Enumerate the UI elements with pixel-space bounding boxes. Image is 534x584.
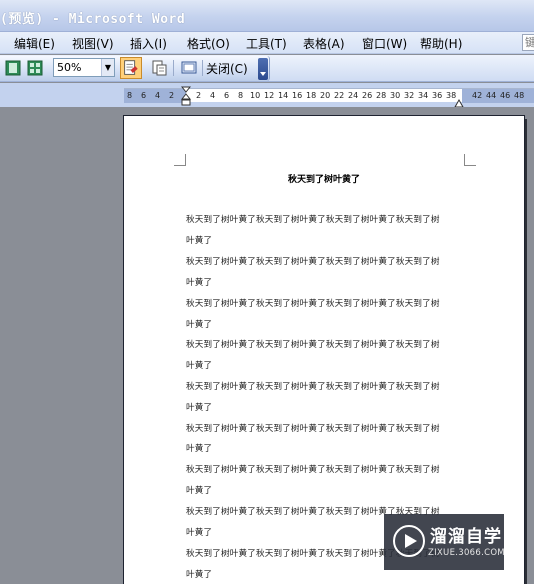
ruler-tick: 4 bbox=[155, 91, 161, 100]
horizontal-ruler[interactable]: 8 6 4 2 2 4 6 8 10 12 14 16 18 20 22 24 … bbox=[124, 86, 534, 108]
paragraph-line: 叶黄了 bbox=[186, 486, 213, 496]
margin-corner-mark bbox=[174, 154, 186, 166]
paragraph-line: 叶黄了 bbox=[186, 528, 213, 538]
ruler-tick: 34 bbox=[418, 91, 429, 100]
ruler-tick: 26 bbox=[362, 91, 373, 100]
ruler-tick: 6 bbox=[224, 91, 230, 100]
full-screen-icon[interactable] bbox=[180, 59, 198, 77]
paragraph-line: 叶黄了 bbox=[186, 403, 213, 413]
paragraph-line: 秋天到了树叶黄了秋天到了树叶黄了秋天到了树叶黄了秋天到了树 bbox=[186, 340, 440, 350]
menu-insert[interactable]: 插入(I) bbox=[130, 35, 167, 52]
ruler-tick: 46 bbox=[500, 91, 511, 100]
menu-tools[interactable]: 工具(T) bbox=[246, 35, 287, 52]
ruler-tick: 48 bbox=[514, 91, 525, 100]
shrink-to-fit-icon[interactable] bbox=[150, 59, 168, 77]
paragraph-line: 秋天到了树叶黄了秋天到了树叶黄了秋天到了树叶黄了秋天到了树 bbox=[186, 424, 440, 434]
ruler-tick: 24 bbox=[348, 91, 359, 100]
ruler-tick: 20 bbox=[320, 91, 331, 100]
paragraph-line: 秋天到了树叶黄了秋天到了树叶黄了秋天到了树叶黄了秋天到了树 bbox=[186, 465, 440, 475]
document-title: 秋天到了树叶黄了 bbox=[287, 175, 360, 185]
paragraph-line: 秋天到了树叶黄了秋天到了树叶黄了秋天到了树叶黄了秋天到了树 bbox=[186, 382, 440, 392]
margin-corner-mark bbox=[464, 154, 476, 166]
watermark-text: 溜溜自学 bbox=[430, 527, 502, 547]
ruler-tick: 28 bbox=[376, 91, 387, 100]
ruler-tick: 12 bbox=[264, 91, 275, 100]
ruler-tick: 6 bbox=[141, 91, 147, 100]
ruler-tick: 4 bbox=[210, 91, 216, 100]
paragraph-line: 叶黄了 bbox=[186, 570, 213, 580]
watermark-url: ZIXUE.3066.COM bbox=[428, 548, 505, 558]
chevron-down-icon[interactable]: ▼ bbox=[101, 59, 114, 76]
zoom-select[interactable]: 50% ▼ bbox=[53, 58, 115, 77]
menu-bar: 编辑(E) 视图(V) 插入(I) 格式(O) 工具(T) 表格(A) 窗口(W… bbox=[0, 32, 534, 54]
close-preview-button[interactable]: 关闭(C) bbox=[206, 60, 248, 77]
title-bar: (预览) - Microsoft Word bbox=[0, 0, 534, 32]
ruler-tick: 30 bbox=[390, 91, 401, 100]
menu-help[interactable]: 帮助(H) bbox=[420, 35, 462, 52]
ruler-tick: 32 bbox=[404, 91, 415, 100]
menu-view[interactable]: 视图(V) bbox=[72, 35, 114, 52]
toolbar-options-button[interactable] bbox=[258, 58, 268, 80]
paragraph-line: 叶黄了 bbox=[186, 444, 213, 454]
window-title: (预览) - Microsoft Word bbox=[0, 12, 186, 27]
paragraph-line: 叶黄了 bbox=[186, 320, 213, 330]
menu-edit[interactable]: 编辑(E) bbox=[14, 35, 55, 52]
view-ruler-button[interactable] bbox=[120, 57, 142, 79]
ruler-tick: 8 bbox=[238, 91, 244, 100]
menu-table[interactable]: 表格(A) bbox=[303, 35, 345, 52]
ruler-tick: 2 bbox=[196, 91, 202, 100]
ruler-tick: 14 bbox=[278, 91, 289, 100]
ruler-tick: 2 bbox=[169, 91, 175, 100]
one-page-icon[interactable] bbox=[4, 59, 22, 77]
menu-window[interactable]: 窗口(W) bbox=[362, 35, 407, 52]
play-logo-icon bbox=[392, 524, 426, 558]
ruler-area: 8 6 4 2 2 4 6 8 10 12 14 16 18 20 22 24 … bbox=[0, 83, 534, 108]
ruler-tick: 44 bbox=[486, 91, 497, 100]
right-indent-marker[interactable] bbox=[454, 94, 464, 108]
zoom-value: 50% bbox=[57, 61, 82, 74]
paragraph-line: 叶黄了 bbox=[186, 361, 213, 371]
ruler-tick: 16 bbox=[292, 91, 303, 100]
ruler-tick: 36 bbox=[432, 91, 443, 100]
menu-format[interactable]: 格式(O) bbox=[187, 35, 230, 52]
paragraph-line: 叶黄了 bbox=[186, 236, 213, 246]
paragraph-line: 叶黄了 bbox=[186, 278, 213, 288]
multiple-pages-icon[interactable] bbox=[26, 59, 44, 77]
paragraph-line: 秋天到了树叶黄了秋天到了树叶黄了秋天到了树叶黄了秋天到了树 bbox=[186, 257, 440, 267]
toolbar-separator bbox=[202, 60, 203, 76]
left-indent-marker[interactable] bbox=[180, 86, 192, 106]
ask-question-box[interactable]: 键 bbox=[522, 34, 534, 51]
paragraph-line: 秋天到了树叶黄了秋天到了树叶黄了秋天到了树叶黄了秋天到了树 bbox=[186, 299, 440, 309]
site-watermark: 溜溜自学 ZIXUE.3066.COM bbox=[384, 514, 505, 570]
paragraph-line: 秋天到了树叶黄了秋天到了树叶黄了秋天到了树叶黄了秋天到了树 bbox=[186, 215, 440, 225]
toolbar-separator bbox=[173, 60, 174, 76]
ruler-tick: 22 bbox=[334, 91, 345, 100]
print-preview-toolbar: 50% ▼ 关闭(C) bbox=[0, 55, 534, 82]
ruler-tick: 8 bbox=[127, 91, 133, 100]
ruler-tick: 18 bbox=[306, 91, 317, 100]
ruler-tick: 42 bbox=[472, 91, 483, 100]
ruler-tick: 10 bbox=[250, 91, 261, 100]
